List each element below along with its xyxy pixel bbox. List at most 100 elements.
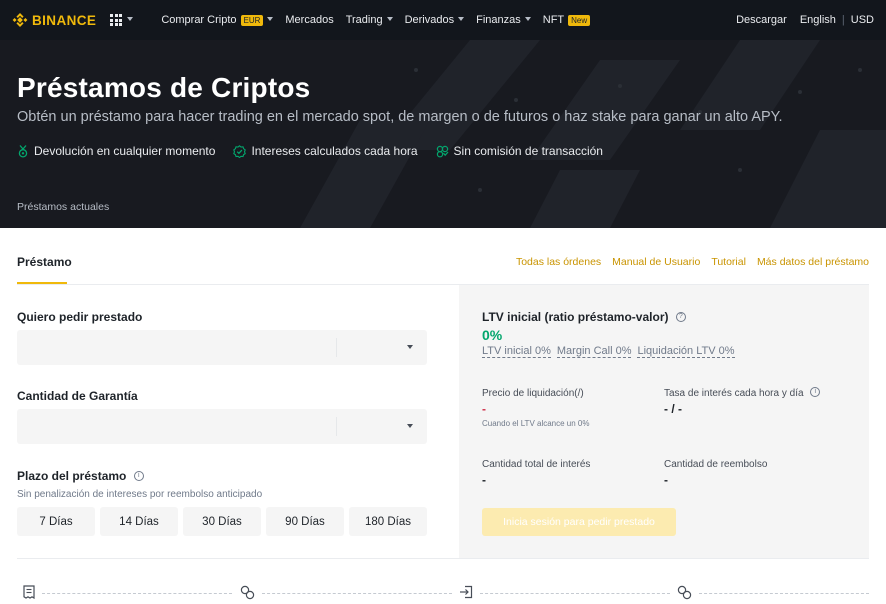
coins-icon <box>436 145 449 157</box>
step-connector <box>262 593 452 594</box>
brand-name: BINANCE <box>32 12 97 28</box>
chevron-down-icon <box>458 17 465 21</box>
nav-divider: | <box>841 14 845 26</box>
tab-current-loans[interactable]: Préstamos actuales <box>17 201 109 213</box>
check-circle-icon <box>233 144 247 158</box>
hero-banner: Préstamos de Criptos Obtén un préstamo p… <box>0 40 886 228</box>
field-divider <box>336 417 337 436</box>
ltv-title-text: LTV inicial (ratio préstamo-valor) <box>482 310 669 324</box>
term-option-30[interactable]: 30 Días <box>183 507 261 536</box>
feature-item: Devolución en cualquier momento <box>17 144 215 158</box>
loan-summary: LTV inicial (ratio préstamo-valor) ? 0% … <box>459 285 869 559</box>
nav-label: Finanzas <box>476 14 521 26</box>
coins-exchange-icon <box>240 585 255 600</box>
top-navigation: BINANCE Comprar Cripto EUR Mercados Trad… <box>0 0 886 40</box>
nav-label: Mercados <box>285 14 334 26</box>
link-all-orders[interactable]: Todas las órdenes <box>516 256 601 268</box>
field-divider <box>336 338 337 357</box>
total-interest-value: - <box>482 473 486 487</box>
nav-markets[interactable]: Mercados <box>285 14 333 26</box>
liquidation-price-label: Precio de liquidación(/) <box>482 388 584 399</box>
binance-logo[interactable]: BINANCE <box>12 12 96 28</box>
step-connector <box>480 593 670 594</box>
nav-finance[interactable]: Finanzas <box>476 14 531 26</box>
binance-logo-icon <box>12 12 28 28</box>
repayment-value: - <box>664 473 668 487</box>
new-badge: New <box>568 14 591 26</box>
term-option-14[interactable]: 14 Días <box>100 507 178 536</box>
borrow-coin-select[interactable] <box>17 330 427 365</box>
nav-buy-crypto[interactable]: Comprar Cripto EUR <box>161 14 274 26</box>
borrow-label: Quiero pedir prestado <box>17 310 143 324</box>
collateral-coin-select[interactable] <box>17 409 427 444</box>
chevron-down-icon <box>267 17 274 21</box>
total-interest-label: Cantidad total de interés <box>482 459 591 470</box>
chevron-down-icon[interactable] <box>127 17 134 21</box>
loan-panel-header: Préstamo Todas las órdenes Manual de Usu… <box>0 228 886 285</box>
download-link[interactable]: Descargar <box>736 14 787 26</box>
info-icon[interactable]: i <box>810 387 821 398</box>
loan-term-label: Plazo del préstamo i <box>17 469 144 483</box>
term-option-90[interactable]: 90 Días <box>266 507 344 536</box>
term-option-7[interactable]: 7 Días <box>17 507 95 536</box>
divider <box>17 558 869 559</box>
nav-label: Comprar Cripto <box>161 14 237 26</box>
login-arrow-icon <box>460 585 473 599</box>
liquidation-price-value: - <box>482 402 486 416</box>
loan-term-text: Plazo del préstamo <box>17 469 127 483</box>
receipt-icon <box>23 585 35 599</box>
step-connector <box>42 593 232 594</box>
interest-rate-label: Tasa de interés cada hora y día i <box>664 387 821 399</box>
nav-label: Trading <box>345 14 383 26</box>
coins-exchange-icon <box>677 585 692 600</box>
link-more-loan-data[interactable]: Más datos del préstamo <box>757 256 869 268</box>
link-user-manual[interactable]: Manual de Usuario <box>612 256 700 268</box>
help-icon[interactable]: ? <box>675 311 686 322</box>
feature-label: Sin comisión de transacción <box>453 144 603 158</box>
tab-loan[interactable]: Préstamo <box>17 255 72 269</box>
link-tutorial[interactable]: Tutorial <box>711 256 746 268</box>
ltv-levels: LTV inicial 0% Margin Call 0% Liquidació… <box>482 345 741 358</box>
feature-label: Devolución en cualquier momento <box>34 144 216 158</box>
nav-label: Derivados <box>404 14 455 26</box>
chevron-down-icon <box>386 17 393 21</box>
apps-grid-icon[interactable] <box>110 14 123 26</box>
feature-list: Devolución en cualquier momento Interese… <box>17 144 621 158</box>
medal-icon <box>18 144 28 158</box>
nav-trading[interactable]: Trading <box>346 14 393 26</box>
liquidation-ltv-link[interactable]: Liquidación LTV 0% <box>637 345 735 358</box>
ltv-title: LTV inicial (ratio préstamo-valor) ? <box>482 310 686 324</box>
nav-nft[interactable]: NFT New <box>542 14 591 26</box>
currency-selector[interactable]: USD <box>851 14 874 26</box>
chevron-down-icon[interactable] <box>407 345 413 349</box>
info-icon[interactable]: i <box>133 470 144 481</box>
feature-item: Intereses calculados cada hora <box>233 144 418 158</box>
chevron-down-icon <box>524 17 531 21</box>
term-option-180[interactable]: 180 Días <box>349 507 427 536</box>
feature-item: Sin comisión de transacción <box>436 144 603 158</box>
nav-label: NFT <box>542 14 565 26</box>
feature-label: Intereses calculados cada hora <box>251 144 418 158</box>
interest-rate-value: - / - <box>664 402 682 416</box>
nav-derivatives[interactable]: Derivados <box>405 14 465 26</box>
ltv-value: 0% <box>482 327 503 343</box>
page-subtitle: Obtén un préstamo para hacer trading en … <box>17 109 783 125</box>
language-selector[interactable]: English <box>800 14 836 26</box>
hero-background-pattern <box>300 40 886 228</box>
currency-badge: EUR <box>240 14 264 26</box>
header-links: Todas las órdenes Manual de Usuario Tuto… <box>505 256 869 268</box>
loan-term-options: 7 Días 14 Días 30 Días 90 Días 180 Días <box>17 507 427 536</box>
initial-ltv-link[interactable]: LTV inicial 0% <box>482 345 551 358</box>
login-to-borrow-button[interactable]: Inicia sesión para pedir prestado <box>482 508 676 536</box>
step-connector <box>699 593 869 594</box>
loan-term-hint: Sin penalización de intereses por reembo… <box>17 489 263 500</box>
interest-rate-text: Tasa de interés cada hora y día <box>664 388 804 399</box>
collateral-label: Cantidad de Garantía <box>17 389 138 403</box>
nav-right-group: Descargar English | USD <box>736 14 874 26</box>
repayment-label: Cantidad de reembolso <box>664 459 768 470</box>
chevron-down-icon[interactable] <box>407 424 413 428</box>
page-title: Préstamos de Criptos <box>17 72 311 103</box>
margin-call-link[interactable]: Margin Call 0% <box>556 345 632 358</box>
loan-steps <box>0 583 886 604</box>
liquidation-price-note: Cuando el LTV alcance un 0% <box>482 419 590 428</box>
